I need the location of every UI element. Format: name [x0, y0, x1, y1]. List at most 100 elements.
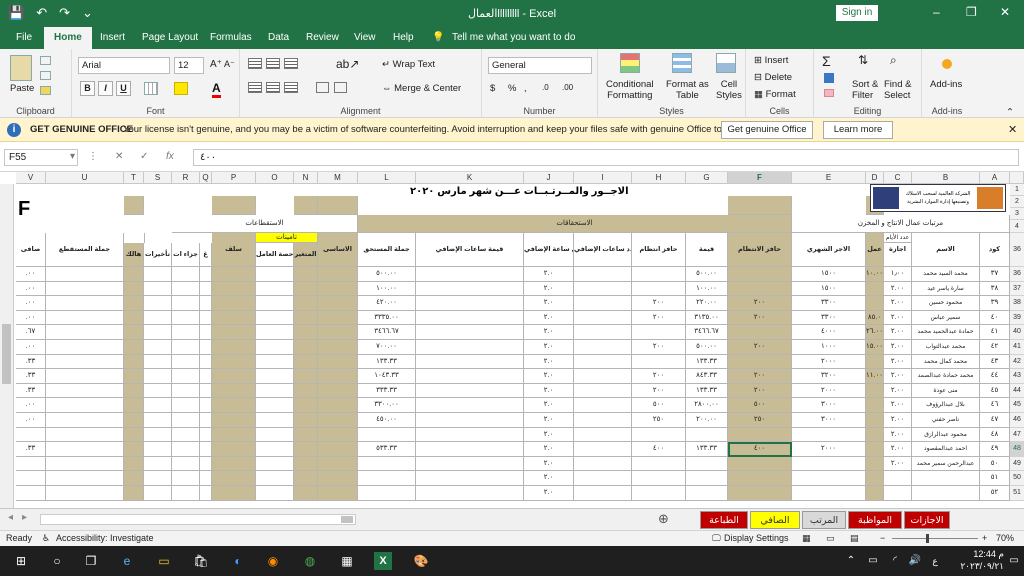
addins-button[interactable]: Add-ins [930, 79, 962, 90]
column-label-worker-share[interactable]: حصة العامل [256, 243, 294, 267]
align-bottom-icon[interactable] [284, 58, 298, 69]
cell[interactable] [212, 267, 256, 282]
cell-name[interactable]: محمود عبدالرازق [912, 427, 980, 443]
cell-name[interactable]: احمد عبدالمقصود [912, 442, 980, 457]
cell-h[interactable]: ٢٠٠ [632, 383, 686, 399]
page-layout-view-icon[interactable]: ▭ [826, 533, 835, 544]
cell-days[interactable]: ٢٦.٠٠ [866, 325, 884, 340]
cell[interactable] [574, 486, 632, 501]
cell[interactable] [294, 456, 318, 472]
cell-l[interactable]: ١٠٤٣.٣٣ [358, 369, 416, 384]
cell[interactable] [200, 267, 212, 282]
cell[interactable] [46, 340, 124, 355]
cell[interactable] [318, 310, 358, 326]
cell-j[interactable]: ٢.٠ [524, 486, 574, 501]
cell[interactable] [574, 442, 632, 457]
cell[interactable] [212, 383, 256, 399]
cell-j[interactable]: ٢.٠ [524, 456, 574, 472]
column-header-v[interactable]: V [16, 172, 46, 184]
cell[interactable] [318, 369, 358, 384]
cell[interactable] [172, 369, 200, 384]
cell[interactable] [124, 471, 144, 486]
cell-code[interactable]: ٤٣ [980, 354, 1010, 370]
cell-j[interactable]: ٢.٠ [524, 310, 574, 326]
cell[interactable] [574, 471, 632, 486]
column-header-k[interactable]: K [416, 172, 524, 184]
cell-net[interactable]: .٠٠ [16, 310, 46, 326]
column-header-q[interactable]: Q [200, 172, 212, 184]
column-label-absence[interactable]: غ [200, 243, 212, 267]
row-header[interactable]: 4 [1010, 220, 1024, 233]
cell[interactable] [46, 413, 124, 428]
cell[interactable] [318, 354, 358, 370]
sheet-tab-print[interactable]: الطباعة [700, 511, 748, 529]
accessibility-status[interactable]: Accessibility: Investigate [56, 533, 154, 543]
cell[interactable] [124, 383, 144, 399]
cell[interactable] [256, 442, 294, 457]
cell-days[interactable] [866, 413, 884, 428]
cell-j[interactable]: ٢.٠ [524, 471, 574, 486]
cell[interactable] [46, 310, 124, 326]
cell[interactable] [172, 296, 200, 311]
increase-decimal-button[interactable]: .0 [542, 83, 549, 92]
cell-leave[interactable]: ٢.٠٠ [884, 325, 912, 340]
percent-style-button[interactable]: % [508, 83, 516, 94]
cell[interactable] [172, 354, 200, 370]
edge-browser-icon[interactable]: ◐ [229, 552, 247, 570]
cell[interactable] [200, 354, 212, 370]
cell[interactable] [144, 456, 172, 472]
cell-j[interactable]: ٢.٠ [524, 398, 574, 413]
column-label-advance[interactable]: سلف [212, 233, 256, 267]
tab-help[interactable]: Help [393, 32, 414, 43]
cell[interactable] [574, 413, 632, 428]
close-button[interactable]: ✕ [1000, 5, 1010, 19]
worksheet-grid[interactable]: ABCDEFGHIJKLMNOPQRSTUV 1 2 3 4 36 36 37 38 39 40 4… [0, 172, 1024, 508]
cell-l[interactable]: ٣٣٣٥.٠٠ [358, 310, 416, 326]
column-label-hours[interactable]: عدد ساعات الإضافي [574, 233, 632, 267]
cell[interactable] [212, 413, 256, 428]
cell-name[interactable]: سارة ياسر عيد [912, 281, 980, 297]
cell-g[interactable] [686, 427, 728, 443]
column-header-g[interactable]: G [686, 172, 728, 184]
taskbar-time[interactable]: 12:44 م [940, 549, 1004, 560]
tab-data[interactable]: Data [268, 32, 289, 43]
cell[interactable] [124, 427, 144, 443]
column-header-c[interactable]: C [884, 172, 912, 184]
active-cell-f55[interactable]: ٤٠٠ [728, 442, 792, 457]
cell[interactable] [416, 340, 524, 355]
fill-icon[interactable] [824, 73, 834, 83]
cell-monthly[interactable]: ٣٠٠٠ [792, 398, 866, 413]
tab-review[interactable]: Review [306, 32, 339, 43]
cell-g[interactable]: ١٣٣.٣٣ [686, 354, 728, 370]
cell-code[interactable]: ٣٩ [980, 296, 1010, 311]
cell[interactable] [416, 354, 524, 370]
cell[interactable] [172, 383, 200, 399]
paste-icon[interactable] [10, 55, 32, 81]
cell[interactable] [124, 310, 144, 326]
cell[interactable] [172, 427, 200, 443]
cell[interactable] [200, 340, 212, 355]
cell-j[interactable]: ٢.٠ [524, 354, 574, 370]
format-painter-icon[interactable] [40, 86, 51, 95]
horizontal-scroll-thumb[interactable] [341, 516, 353, 523]
cell-net[interactable]: .٠٠ [16, 281, 46, 297]
zoom-slider-thumb[interactable] [926, 534, 929, 543]
cell-reg[interactable] [728, 427, 792, 443]
cell[interactable] [46, 383, 124, 399]
cell-monthly[interactable]: ١٥٠٠ [792, 281, 866, 297]
cell-leave[interactable]: ٢.٠٠ [884, 369, 912, 384]
cell[interactable] [144, 413, 172, 428]
cell-net[interactable]: .٣٣ [16, 442, 46, 457]
grow-font-icon[interactable]: A⁺ [210, 59, 222, 70]
column-header-i[interactable]: I [574, 172, 632, 184]
align-center-icon[interactable] [266, 82, 280, 93]
section-deductions[interactable]: الاستقطاعات [172, 215, 358, 233]
cell[interactable] [318, 398, 358, 413]
column-label-ot-rate[interactable]: معامل ساعة الإضافي [524, 233, 574, 267]
row-header[interactable]: 44 [1010, 383, 1024, 399]
cell-net[interactable]: .٠٠ [16, 398, 46, 413]
cell-l[interactable]: ١٠٠.٠٠ [358, 281, 416, 297]
row-header[interactable]: 45 [1010, 398, 1024, 413]
cell-name[interactable]: حمادة عبدالحميد محمد [912, 325, 980, 340]
align-middle-icon[interactable] [266, 58, 280, 69]
